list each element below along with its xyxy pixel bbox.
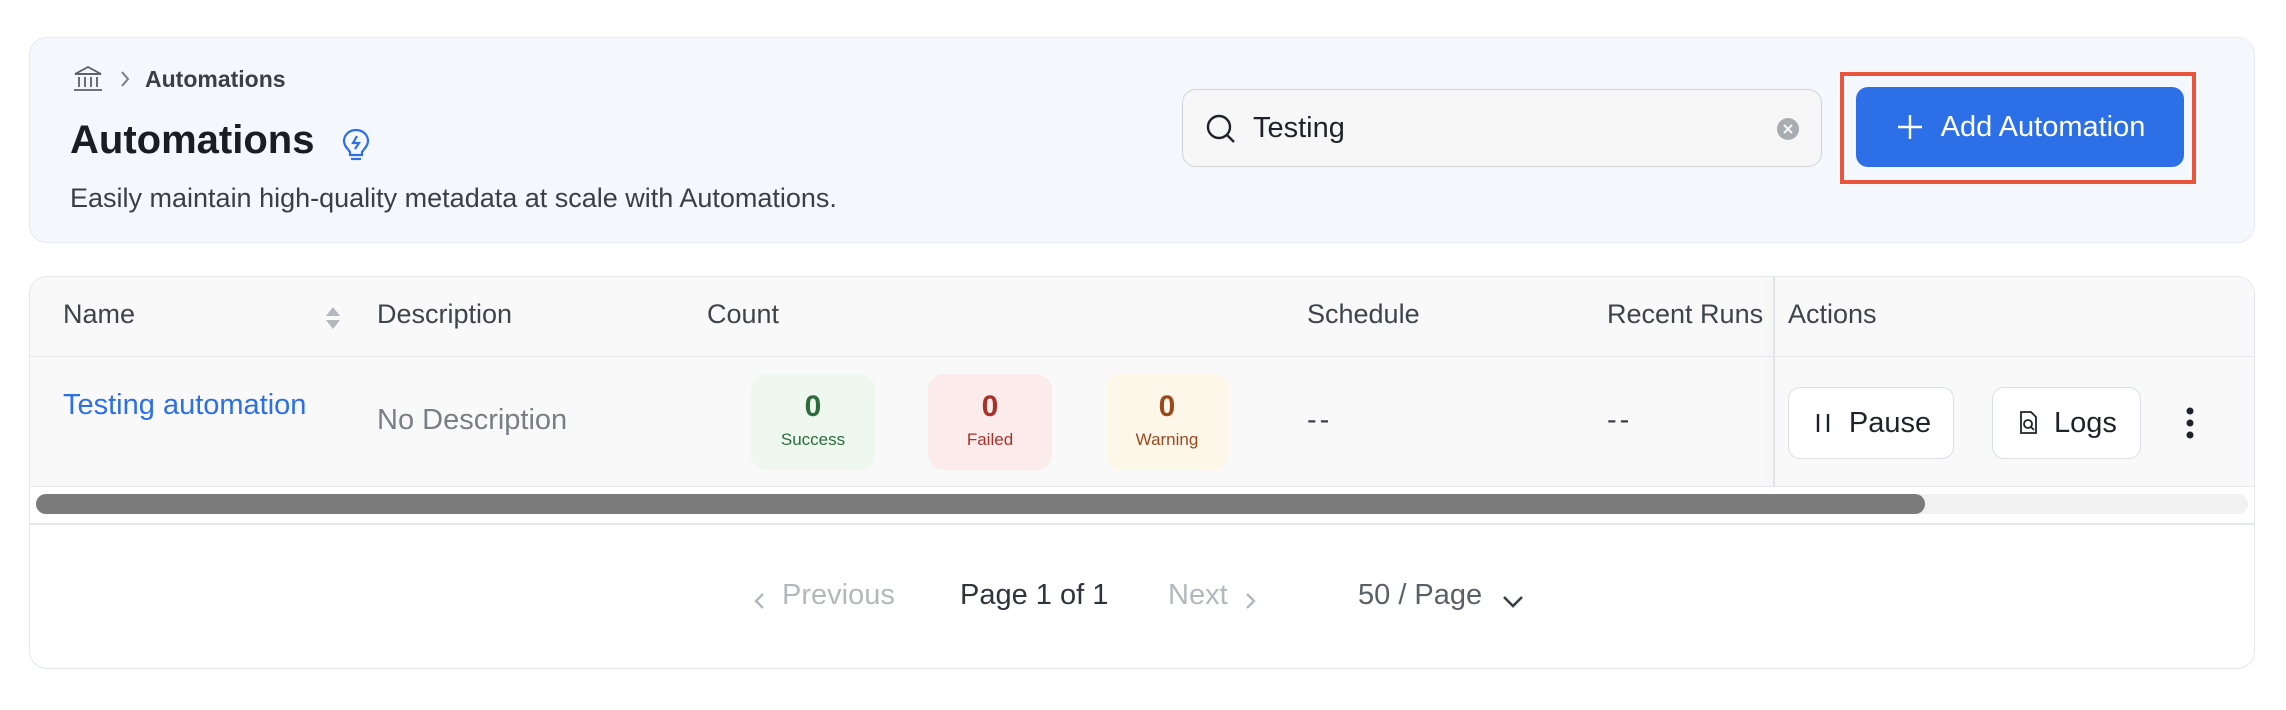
sort-icon[interactable] — [324, 305, 342, 331]
next-label: Next — [1168, 579, 1228, 611]
document-search-icon — [2016, 410, 2040, 436]
breadcrumb-current: Automations — [145, 65, 286, 92]
pause-icon — [1811, 410, 1835, 436]
table-header: Name Description Count Schedule Recent R… — [30, 277, 2254, 357]
clear-search-icon[interactable] — [1775, 116, 1801, 142]
column-header-actions: Actions — [1788, 299, 1877, 329]
add-automation-button[interactable]: Add Automation — [1856, 87, 2184, 167]
plus-icon — [1895, 112, 1925, 142]
warning-count-badge: 0 Warning — [1105, 374, 1229, 470]
column-header-name[interactable]: Name — [63, 299, 135, 330]
logs-button[interactable]: Logs — [1992, 387, 2141, 459]
pause-label: Pause — [1848, 406, 1932, 439]
breadcrumb: Automations — [71, 64, 286, 94]
failed-count: 0 — [981, 390, 999, 423]
recent-runs-value: -- — [1607, 404, 1633, 436]
page-size-label: 50 / Page — [1358, 579, 1483, 611]
success-count-badge: 0 Success — [751, 374, 875, 470]
column-header-description: Description — [377, 299, 513, 329]
horizontal-scrollbar-thumb[interactable] — [36, 494, 1925, 514]
column-header-schedule: Schedule — [1307, 299, 1420, 329]
page-subtitle: Easily maintain high-quality metadata at… — [70, 183, 837, 213]
schedule-value: -- — [1307, 404, 1333, 436]
automation-name-link[interactable]: Testing automation — [63, 389, 306, 422]
chevron-right-icon — [1240, 586, 1260, 609]
previous-label: Previous — [782, 579, 895, 611]
success-label: Success — [780, 430, 846, 449]
warning-label: Warning — [1135, 430, 1199, 449]
automation-description: No Description — [377, 404, 568, 436]
lightbulb-icon[interactable] — [339, 126, 373, 164]
warning-count: 0 — [1158, 390, 1176, 423]
chevron-down-icon — [1500, 586, 1526, 608]
next-page-button[interactable]: Next — [1168, 579, 1260, 612]
search-icon — [1205, 113, 1237, 145]
failed-label: Failed — [966, 430, 1014, 449]
search-input[interactable] — [1253, 104, 1753, 152]
page-size-select[interactable]: 50 / Page — [1358, 579, 1526, 612]
failed-count-badge: 0 Failed — [928, 374, 1052, 470]
success-count: 0 — [804, 390, 822, 423]
column-header-count: Count — [707, 299, 780, 329]
add-automation-label: Add Automation — [1940, 110, 2146, 143]
chevron-left-icon — [750, 586, 770, 609]
column-header-recent-runs: Recent Runs — [1607, 299, 1764, 329]
page-info: Page 1 of 1 — [960, 579, 1109, 611]
automations-table: Name Description Count Schedule Recent R… — [29, 276, 2255, 669]
chevron-right-icon — [105, 64, 145, 94]
more-options-icon[interactable] — [2182, 405, 2198, 441]
pagination-divider — [30, 523, 2254, 525]
pause-button[interactable]: Pause — [1788, 387, 1954, 459]
search-box[interactable] — [1182, 89, 1822, 167]
bank-icon[interactable] — [71, 64, 105, 94]
previous-page-button[interactable]: Previous — [750, 579, 895, 612]
logs-label: Logs — [2054, 406, 2117, 439]
page-title: Automations — [70, 118, 315, 162]
actions-column-divider — [1773, 277, 1775, 487]
